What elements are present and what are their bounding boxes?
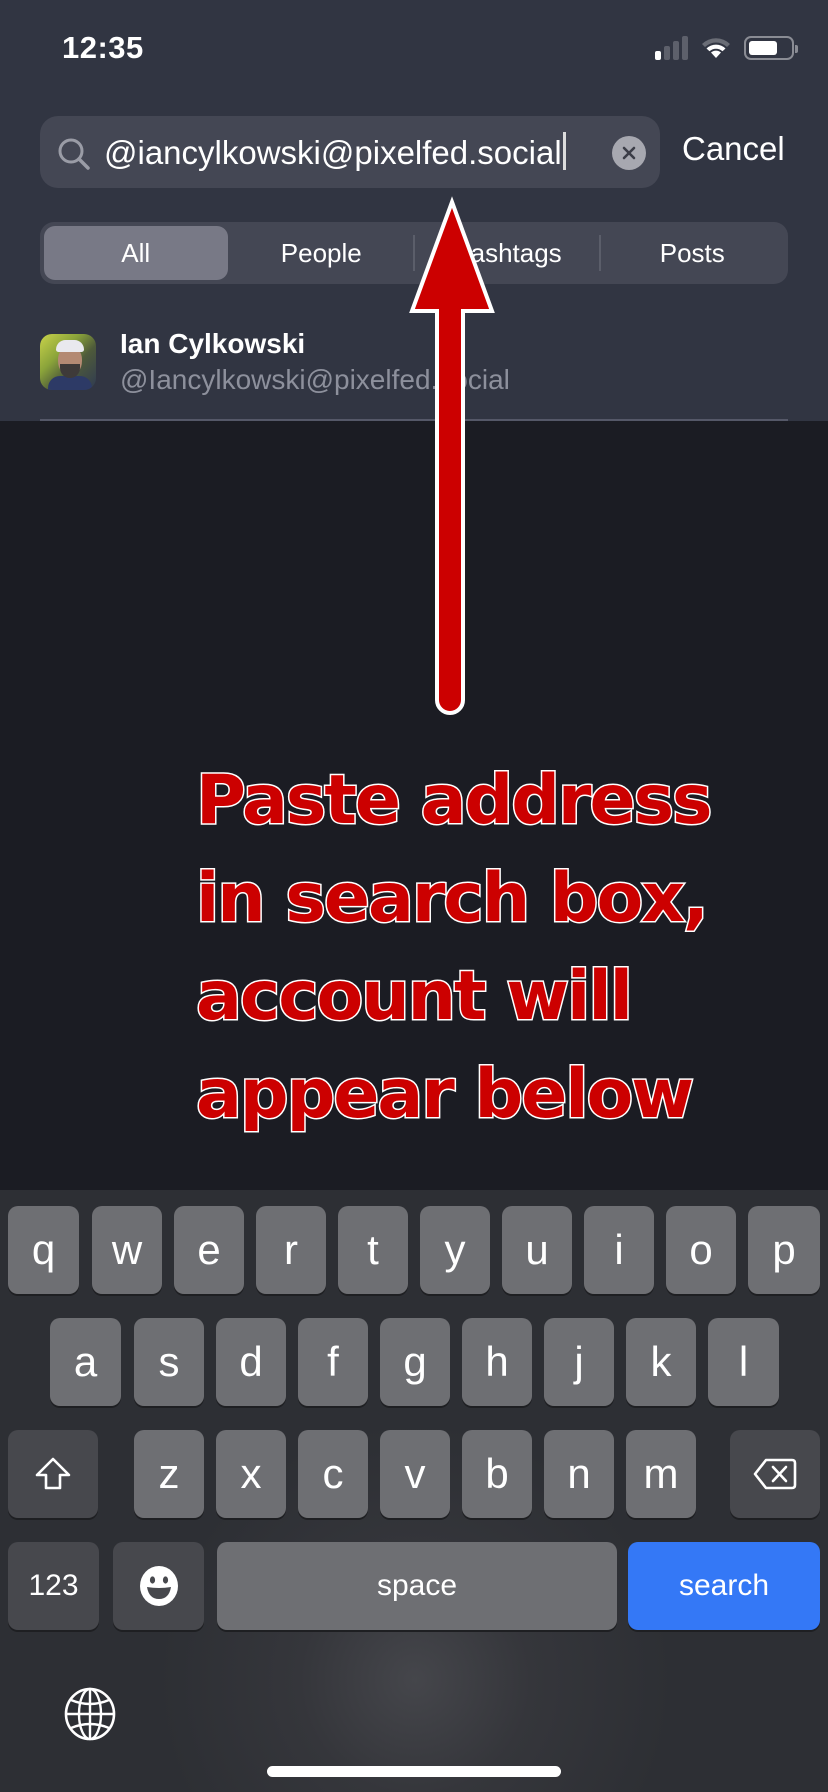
home-indicator[interactable] — [267, 1766, 561, 1777]
key-h[interactable]: h — [462, 1318, 532, 1406]
key-l[interactable]: l — [708, 1318, 779, 1406]
key-p[interactable]: p — [748, 1206, 820, 1294]
key-m[interactable]: m — [626, 1430, 696, 1518]
key-a[interactable]: a — [50, 1318, 121, 1406]
key-d[interactable]: d — [216, 1318, 286, 1406]
annotation-line: account will — [195, 956, 635, 1038]
key-k[interactable]: k — [626, 1318, 696, 1406]
annotation-line: Paste address — [195, 760, 715, 842]
key-f[interactable]: f — [298, 1318, 368, 1406]
key-t[interactable]: t — [338, 1206, 408, 1294]
emoji-key[interactable] — [113, 1542, 204, 1630]
key-g[interactable]: g — [380, 1318, 450, 1406]
key-c[interactable]: c — [298, 1430, 368, 1518]
delete-key[interactable] — [730, 1430, 820, 1518]
key-b[interactable]: b — [462, 1430, 532, 1518]
key-j[interactable]: j — [544, 1318, 614, 1406]
key-v[interactable]: v — [380, 1430, 450, 1518]
annotation-arrow-icon — [409, 196, 495, 715]
numbers-key[interactable]: 123 — [8, 1542, 99, 1630]
key-o[interactable]: o — [666, 1206, 736, 1294]
delete-icon — [753, 1458, 797, 1490]
annotation-callout: Paste address in search box, account wil… — [195, 752, 756, 1144]
key-u[interactable]: u — [502, 1206, 572, 1294]
key-i[interactable]: i — [584, 1206, 654, 1294]
search-key[interactable]: search — [628, 1542, 820, 1630]
annotation-line: appear below — [195, 1054, 696, 1136]
key-n[interactable]: n — [544, 1430, 614, 1518]
shift-key[interactable] — [8, 1430, 98, 1518]
globe-icon[interactable] — [62, 1686, 118, 1742]
key-r[interactable]: r — [256, 1206, 326, 1294]
key-e[interactable]: e — [174, 1206, 244, 1294]
annotation-line: in search box, — [195, 858, 711, 940]
key-w[interactable]: w — [92, 1206, 162, 1294]
emoji-icon — [139, 1566, 178, 1606]
key-z[interactable]: z — [134, 1430, 204, 1518]
key-y[interactable]: y — [420, 1206, 490, 1294]
key-s[interactable]: s — [134, 1318, 204, 1406]
key-x[interactable]: x — [216, 1430, 286, 1518]
space-key[interactable]: space — [217, 1542, 617, 1630]
shift-icon — [35, 1457, 71, 1490]
key-q[interactable]: q — [8, 1206, 79, 1294]
